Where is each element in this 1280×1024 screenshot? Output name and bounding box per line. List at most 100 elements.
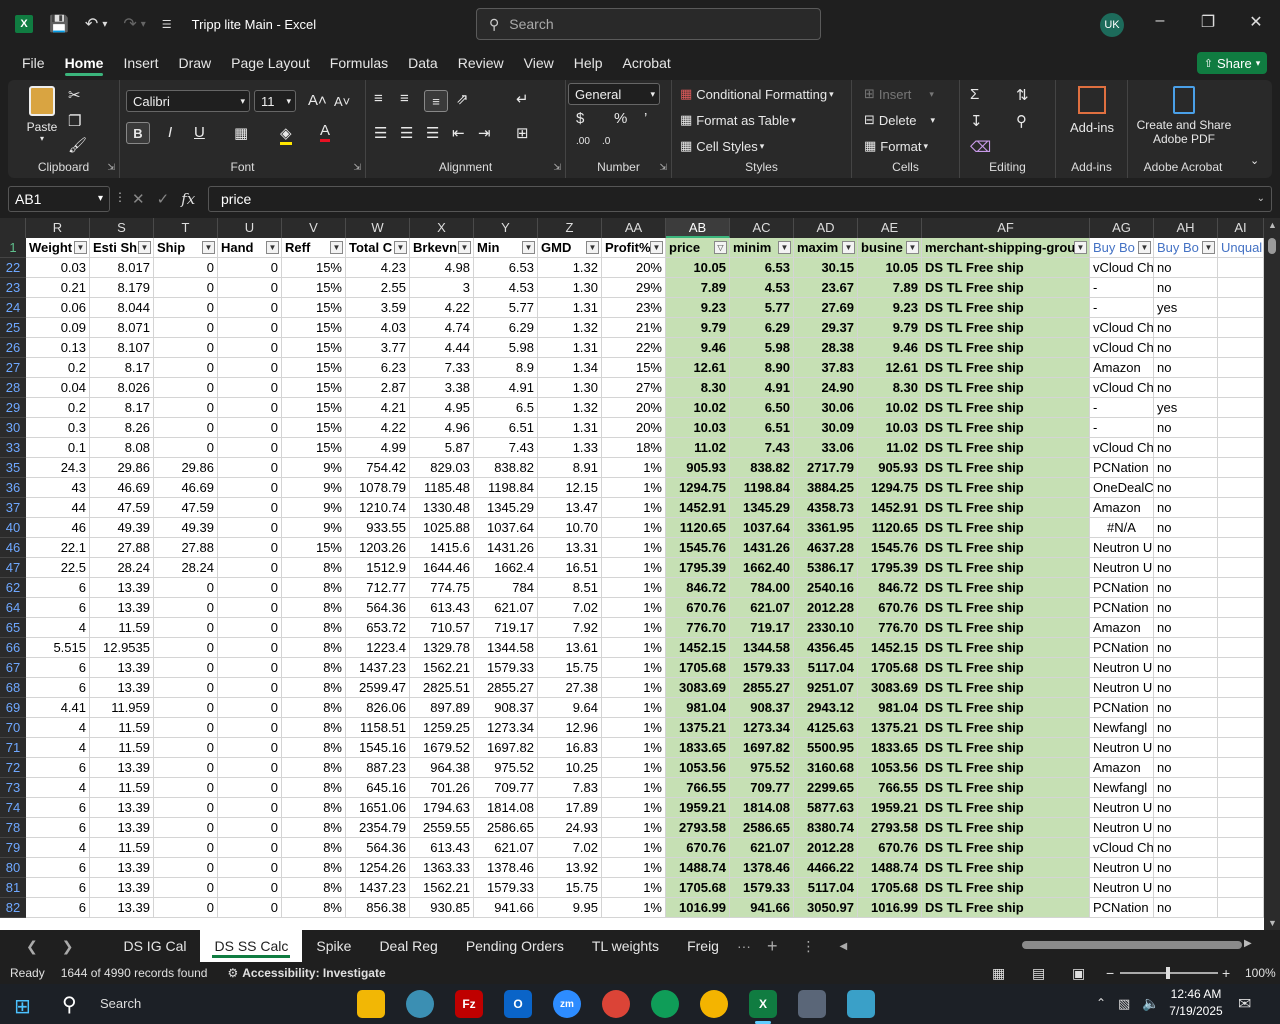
cell-v[interactable]: 15%: [282, 298, 346, 318]
cell-ai[interactable]: [1218, 538, 1264, 558]
cell-s[interactable]: 27.88: [90, 538, 154, 558]
cell-t[interactable]: 0: [154, 338, 218, 358]
normal-view-icon[interactable]: ▦: [992, 965, 1005, 982]
cell-af[interactable]: DS TL Free ship: [922, 798, 1090, 818]
column-title-w[interactable]: Total C ▼: [346, 238, 410, 258]
cell-aa[interactable]: 1%: [602, 738, 666, 758]
filter-dropdown-icon[interactable]: ▼: [906, 241, 919, 254]
row-header[interactable]: 26: [0, 338, 26, 358]
cell-ad[interactable]: 33.06: [794, 438, 858, 458]
filter-dropdown-icon[interactable]: ▼: [202, 241, 215, 254]
column-header-w[interactable]: W: [346, 218, 410, 238]
select-all-corner[interactable]: [0, 218, 26, 238]
cell-u[interactable]: 0: [218, 518, 282, 538]
cell-ad[interactable]: 23.67: [794, 278, 858, 298]
cell-ad[interactable]: 8380.74: [794, 818, 858, 838]
scroll-right-icon[interactable]: ▶: [1244, 938, 1252, 949]
cell-ab[interactable]: 1795.39: [666, 558, 730, 578]
cell-af[interactable]: DS TL Free ship: [922, 698, 1090, 718]
next-sheet-icon[interactable]: ❯: [50, 938, 86, 955]
cell-z[interactable]: 17.89: [538, 798, 602, 818]
cell-u[interactable]: 0: [218, 398, 282, 418]
cell-x[interactable]: 2825.51: [410, 678, 474, 698]
notes-app-icon[interactable]: [847, 990, 875, 1018]
column-header-t[interactable]: T: [154, 218, 218, 238]
cell-u[interactable]: 0: [218, 458, 282, 478]
cell-v[interactable]: 8%: [282, 718, 346, 738]
add-sheet-icon[interactable]: +: [755, 936, 790, 957]
row-header[interactable]: 79: [0, 838, 26, 858]
cell-ab[interactable]: 1833.65: [666, 738, 730, 758]
cell-ag[interactable]: Neutron U: [1090, 538, 1154, 558]
cell-v[interactable]: 8%: [282, 798, 346, 818]
cell-z[interactable]: 1.33: [538, 438, 602, 458]
insert-function-icon[interactable]: fx: [181, 190, 195, 208]
cell-s[interactable]: 11.59: [90, 838, 154, 858]
cell-x[interactable]: 774.75: [410, 578, 474, 598]
delete-cells-button[interactable]: ⊟ Delete ▾: [864, 112, 935, 128]
format-as-table-button[interactable]: ▦ Format as Table ▾: [680, 112, 796, 128]
row-header[interactable]: 73: [0, 778, 26, 798]
cell-ad[interactable]: 4358.73: [794, 498, 858, 518]
cell-ac[interactable]: 5.77: [730, 298, 794, 318]
cell-z[interactable]: 1.32: [538, 318, 602, 338]
cell-u[interactable]: 0: [218, 898, 282, 918]
column-title-v[interactable]: Reff ▼: [282, 238, 346, 258]
cell-ai[interactable]: [1218, 278, 1264, 298]
cell-u[interactable]: 0: [218, 418, 282, 438]
cell-t[interactable]: 0: [154, 898, 218, 918]
cell-ah[interactable]: no: [1154, 458, 1218, 478]
cell-t[interactable]: 0: [154, 398, 218, 418]
cell-v[interactable]: 15%: [282, 338, 346, 358]
cell-x[interactable]: 1025.88: [410, 518, 474, 538]
cell-ab[interactable]: 776.70: [666, 618, 730, 638]
cell-y[interactable]: 838.82: [474, 458, 538, 478]
cell-u[interactable]: 0: [218, 718, 282, 738]
cell-ah[interactable]: no: [1154, 638, 1218, 658]
row-header[interactable]: 1: [0, 238, 26, 258]
cell-z[interactable]: 10.25: [538, 758, 602, 778]
row-header[interactable]: 81: [0, 878, 26, 898]
cell-ad[interactable]: 9251.07: [794, 678, 858, 698]
cell-ab[interactable]: 9.23: [666, 298, 730, 318]
copy-icon[interactable]: ❐: [68, 112, 81, 130]
cell-r[interactable]: 6: [26, 818, 90, 838]
cell-t[interactable]: 0: [154, 818, 218, 838]
cell-ai[interactable]: [1218, 838, 1264, 858]
cell-ac[interactable]: 709.77: [730, 778, 794, 798]
cell-ad[interactable]: 29.37: [794, 318, 858, 338]
cell-w[interactable]: 653.72: [346, 618, 410, 638]
cell-r[interactable]: 0.04: [26, 378, 90, 398]
column-header-u[interactable]: U: [218, 218, 282, 238]
column-header-ac[interactable]: AC: [730, 218, 794, 238]
cell-t[interactable]: 0: [154, 838, 218, 858]
cell-y[interactable]: 4.91: [474, 378, 538, 398]
cell-ai[interactable]: [1218, 818, 1264, 838]
row-header[interactable]: 29: [0, 398, 26, 418]
cell-y[interactable]: 1198.84: [474, 478, 538, 498]
scroll-up-icon[interactable]: ▲: [1268, 220, 1277, 230]
row-header[interactable]: 40: [0, 518, 26, 538]
cell-ac[interactable]: 621.07: [730, 598, 794, 618]
cell-s[interactable]: 11.959: [90, 698, 154, 718]
column-title-y[interactable]: Min ▼: [474, 238, 538, 258]
cell-ai[interactable]: [1218, 858, 1264, 878]
cell-s[interactable]: 47.59: [90, 498, 154, 518]
cell-y[interactable]: 784: [474, 578, 538, 598]
cell-af[interactable]: DS TL Free ship: [922, 618, 1090, 638]
cell-ac[interactable]: 2855.27: [730, 678, 794, 698]
cell-ac[interactable]: 4.53: [730, 278, 794, 298]
column-title-u[interactable]: Hand ▼: [218, 238, 282, 258]
cut-icon[interactable]: ✂: [68, 86, 81, 104]
cell-t[interactable]: 0: [154, 678, 218, 698]
cell-af[interactable]: DS TL Free ship: [922, 378, 1090, 398]
cell-w[interactable]: 4.99: [346, 438, 410, 458]
cell-x[interactable]: 4.98: [410, 258, 474, 278]
cell-s[interactable]: 8.017: [90, 258, 154, 278]
column-header-s[interactable]: S: [90, 218, 154, 238]
cell-ai[interactable]: [1218, 338, 1264, 358]
filter-dropdown-icon[interactable]: ▼: [778, 241, 791, 254]
cell-ad[interactable]: 2330.10: [794, 618, 858, 638]
cell-af[interactable]: DS TL Free ship: [922, 438, 1090, 458]
row-header[interactable]: 25: [0, 318, 26, 338]
